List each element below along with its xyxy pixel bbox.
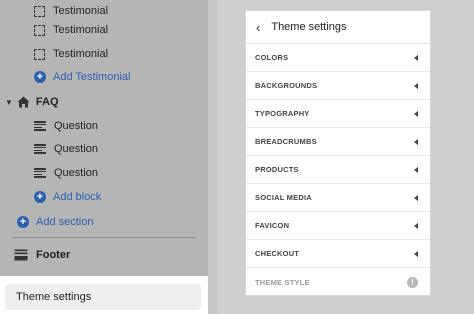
caret-down-icon: ▼ (5, 97, 13, 107)
caret-left-icon (414, 194, 418, 201)
theme-settings-label: Theme settings (16, 291, 92, 303)
text-block-icon (34, 168, 46, 178)
sidebar-section-faq[interactable]: ▼ FAQ (0, 91, 208, 113)
setting-products[interactable]: PRODUCTS (246, 156, 430, 184)
setting-checkout[interactable]: CHECKOUT (246, 240, 430, 268)
setting-label: CHECKOUT (255, 249, 300, 258)
caret-left-icon (414, 138, 418, 145)
dashed-block-icon (34, 48, 45, 60)
footer-icon (14, 249, 28, 261)
panel-title: Theme settings (271, 21, 347, 33)
caret-left-icon (414, 166, 418, 173)
plus-circle-icon: + (34, 191, 46, 203)
setting-label: COLORS (255, 53, 289, 62)
caret-left-icon (414, 82, 418, 89)
text-block-icon (34, 144, 46, 154)
setting-label: THEME STYLE (255, 277, 310, 287)
setting-label: BREADCRUMBS (255, 137, 317, 146)
add-testimonial-label: Add Testimonial (53, 71, 131, 83)
faq-label: FAQ (35, 96, 59, 108)
theme-settings-button[interactable]: Theme settings (5, 284, 201, 310)
plus-circle-icon: + (34, 71, 46, 83)
sidebar-item-testimonial-3[interactable]: Testimonial (0, 43, 208, 65)
setting-breadcrumbs[interactable]: BREADCRUMBS (246, 128, 430, 156)
caret-left-icon (414, 222, 418, 229)
add-testimonial-button[interactable]: + Add Testimonial (0, 66, 208, 88)
sidebar-item-question-3[interactable]: Question (0, 162, 208, 184)
dashed-block-icon (34, 24, 45, 36)
panel-header: ‹ Theme settings (246, 11, 430, 44)
setting-label: SOCIAL MEDIA (255, 193, 312, 202)
setting-colors[interactable]: COLORS (246, 44, 430, 72)
sidebar-item-testimonial-2[interactable]: Testimonial (0, 19, 208, 41)
plus-circle-icon: + (17, 216, 29, 228)
divider (12, 237, 196, 238)
setting-label: PRODUCTS (255, 165, 299, 174)
theme-settings-panel: ‹ Theme settings COLORS BACKGROUNDS TYPO… (245, 10, 431, 296)
sidebar-item-label: Testimonial (53, 5, 109, 17)
sidebar-item-label: Question (54, 143, 99, 155)
setting-theme-style: THEME STYLE ! (246, 268, 430, 296)
sidebar-item-question-2[interactable]: Question (0, 138, 208, 160)
info-icon[interactable]: ! (407, 276, 418, 288)
theme-settings-area: Theme settings (0, 276, 208, 314)
setting-label: BACKGROUNDS (255, 81, 318, 90)
setting-label: TYPOGRAPHY (255, 109, 310, 118)
caret-left-icon (414, 54, 418, 61)
caret-left-icon (414, 110, 418, 117)
sidebar: Testimonial Testimonial Testimonial + Ad… (0, 0, 208, 314)
setting-favicon[interactable]: FAVICON (246, 212, 430, 240)
setting-backgrounds[interactable]: BACKGROUNDS (246, 72, 430, 100)
sidebar-item-question-1[interactable]: Question (0, 115, 208, 137)
caret-left-icon (414, 250, 418, 257)
text-block-icon (34, 121, 46, 131)
add-block-button[interactable]: + Add block (0, 186, 208, 208)
chevron-left-icon[interactable]: ‹ (256, 20, 260, 35)
setting-label: FAVICON (255, 221, 290, 230)
setting-social-media[interactable]: SOCIAL MEDIA (246, 184, 430, 212)
home-icon (17, 96, 30, 108)
preview-divider (208, 0, 218, 314)
sidebar-item-label: Testimonial (53, 24, 109, 36)
setting-typography[interactable]: TYPOGRAPHY (246, 100, 430, 128)
dashed-block-icon (34, 5, 45, 17)
add-section-button[interactable]: + Add section (0, 211, 208, 233)
sidebar-item-label: Question (54, 120, 99, 132)
sidebar-section-footer[interactable]: Footer (0, 244, 208, 266)
sidebar-item-label: Question (54, 167, 99, 179)
add-block-label: Add block (53, 191, 102, 203)
add-section-label: Add section (36, 216, 94, 228)
footer-label: Footer (36, 249, 71, 261)
sidebar-item-label: Testimonial (53, 48, 109, 60)
